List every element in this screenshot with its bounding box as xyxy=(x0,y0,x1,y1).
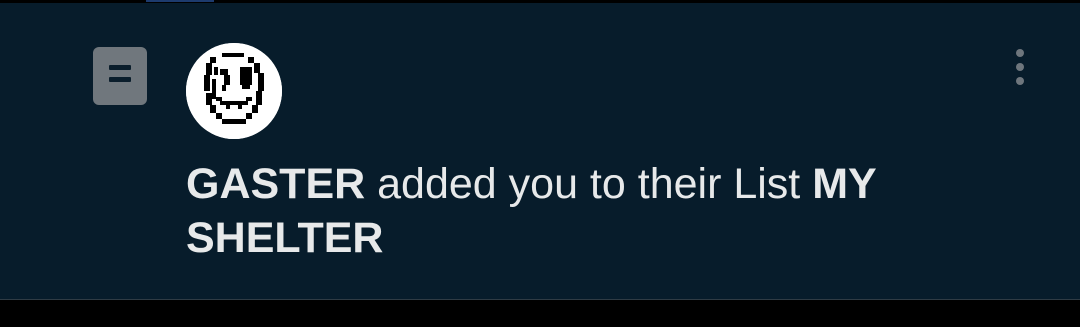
more-dot xyxy=(1016,63,1024,71)
notification-item[interactable]: GASTER added you to their List MY SHELTE… xyxy=(0,3,1080,300)
list-icon-bar xyxy=(109,65,131,70)
list-icon-bar xyxy=(109,77,131,82)
tab-indicator xyxy=(146,0,214,2)
gaster-face-icon xyxy=(186,43,282,139)
action-text: added you to their List xyxy=(377,160,801,208)
list-icon xyxy=(93,47,147,105)
more-dot xyxy=(1016,49,1024,57)
bottom-area xyxy=(0,301,1080,327)
actor-name[interactable]: GASTER xyxy=(186,160,365,208)
notification-text: GASTER added you to their List MY SHELTE… xyxy=(186,157,986,265)
avatar[interactable] xyxy=(186,43,282,139)
more-vertical-icon[interactable] xyxy=(1004,43,1036,91)
more-dot xyxy=(1016,77,1024,85)
